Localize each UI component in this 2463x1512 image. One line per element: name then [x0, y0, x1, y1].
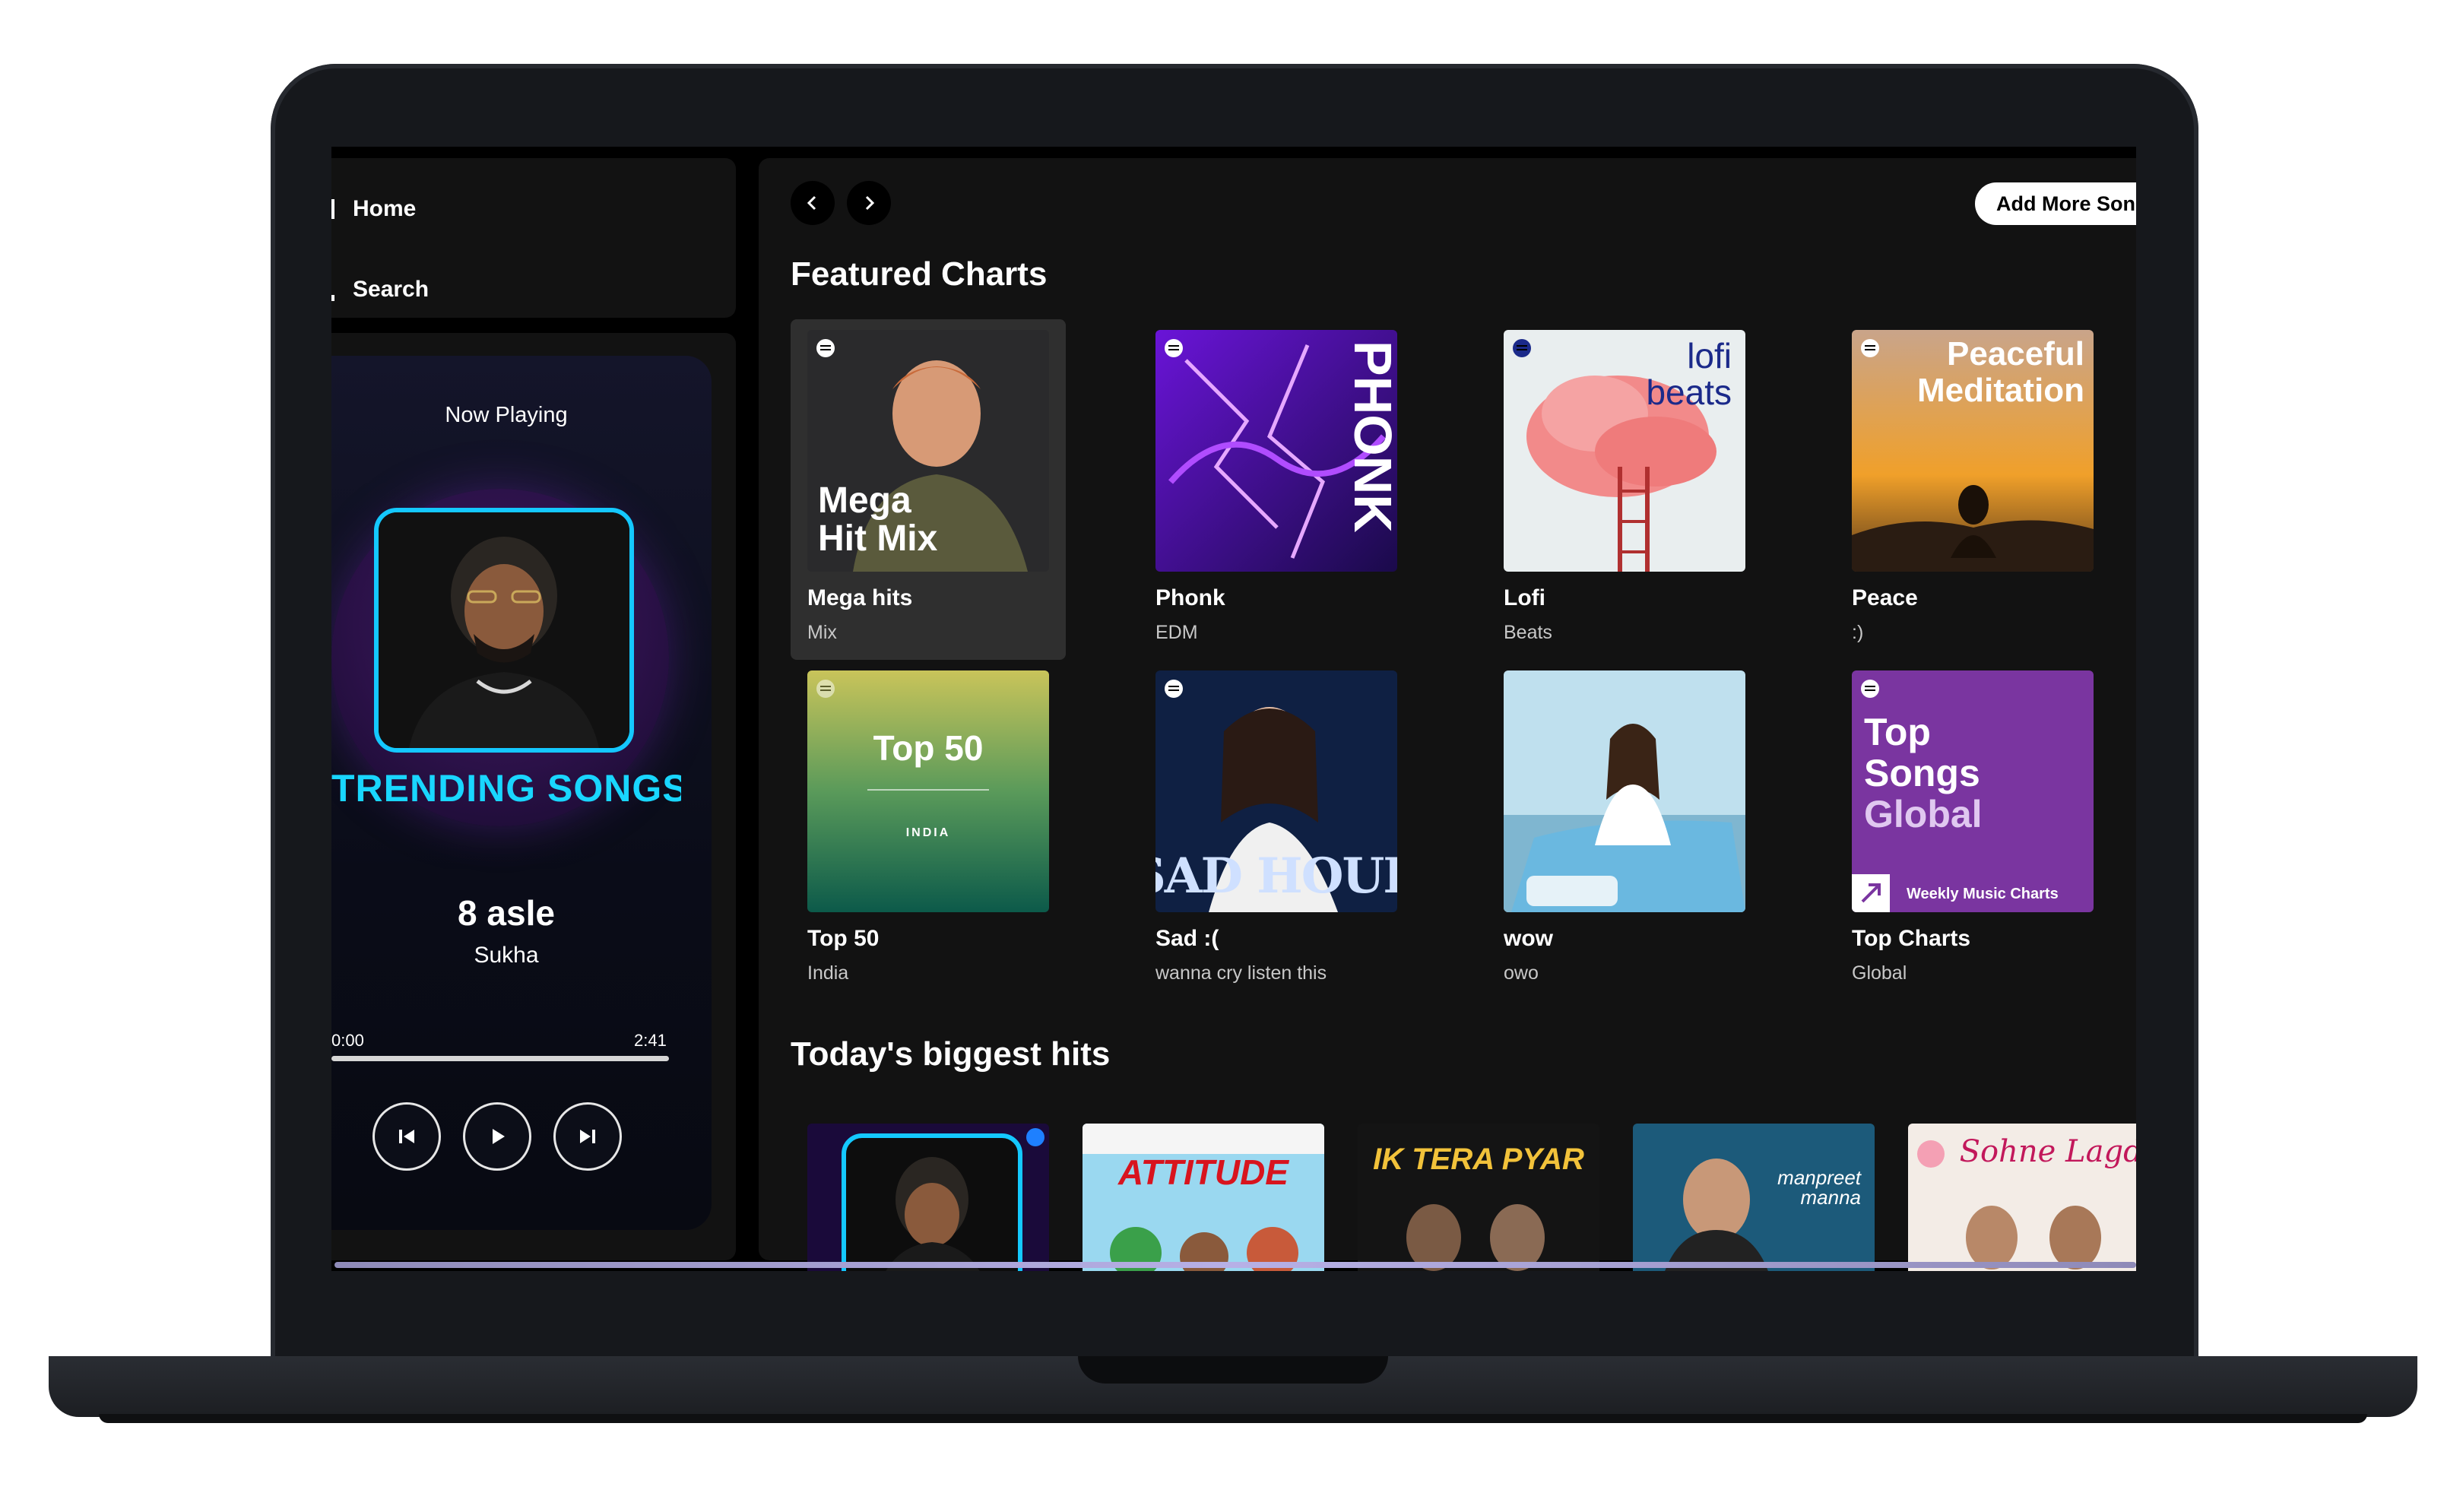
- nav-home-label: Home: [353, 196, 417, 221]
- next-button[interactable]: [553, 1102, 622, 1171]
- hit-card[interactable]: ATTITUDE: [1083, 1124, 1324, 1271]
- card-art: SAD HOUR: [1155, 670, 1397, 912]
- spotify-icon: [1165, 339, 1183, 357]
- card-art: Mega Hit Mix: [807, 330, 1049, 572]
- nav-search-label: Search: [353, 277, 430, 302]
- card-title: Phonk: [1155, 585, 1225, 610]
- svg-text:Top: Top: [1864, 711, 1931, 753]
- card-title: Lofi: [1504, 585, 1545, 610]
- svg-text:Weekly Music Charts: Weekly Music Charts: [1907, 886, 2059, 902]
- card-subtitle: wanna cry listen this: [1155, 962, 1327, 984]
- search-icon: [331, 295, 334, 301]
- biggest-hits-title: Today's biggest hits: [791, 1035, 1111, 1073]
- svg-text:lofi: lofi: [1687, 336, 1732, 376]
- card-subtitle: Global: [1852, 962, 1907, 984]
- svg-text:ATTITUDE: ATTITUDE: [1117, 1152, 1289, 1192]
- svg-text:Mega: Mega: [818, 480, 911, 521]
- screen-bottom-bar: [334, 1262, 2136, 1268]
- svg-text:Peaceful: Peaceful: [1947, 335, 2084, 372]
- chart-card-mega-hits[interactable]: Mega Hit Mix Mega hits Mix: [791, 319, 1066, 660]
- card-subtitle: Mix: [807, 622, 837, 643]
- card-subtitle: :): [1852, 622, 1864, 643]
- svg-text:SAD HOUR: SAD HOUR: [1155, 848, 1397, 905]
- card-art: [1504, 670, 1745, 912]
- spotify-icon: [816, 680, 835, 698]
- svg-text:Hit Mix: Hit Mix: [818, 518, 938, 559]
- chart-card-wow[interactable]: wow owo: [1487, 660, 1762, 1000]
- skip-previous-icon: [399, 1130, 414, 1143]
- song-artist: Sukha: [474, 943, 539, 968]
- back-button[interactable]: [791, 181, 835, 225]
- hit-card[interactable]: [807, 1124, 1049, 1271]
- spotify-icon: [1513, 339, 1531, 357]
- chart-card-phonk[interactable]: PHONK Phonk EDM: [1139, 319, 1414, 660]
- card-art: Peaceful Meditation: [1852, 330, 2094, 572]
- spotify-icon: [1861, 339, 1879, 357]
- chart-card-sad[interactable]: SAD HOUR Sad :( wanna cry listen this: [1139, 660, 1414, 1000]
- spotify-icon: [816, 339, 835, 357]
- hit-card[interactable]: IK TERA PYAR: [1358, 1124, 1599, 1271]
- svg-text:IK TERA PYAR: IK TERA PYAR: [1373, 1143, 1584, 1176]
- song-title: 8 asle: [458, 893, 555, 933]
- hit-card[interactable]: manpreet manna: [1633, 1124, 1875, 1271]
- chevron-right-icon: [865, 195, 875, 211]
- time-total: 2:41: [634, 1031, 667, 1050]
- card-art: PHONK: [1155, 330, 1397, 572]
- svg-text:Global: Global: [1864, 793, 1983, 835]
- card-title: Peace: [1852, 585, 1918, 610]
- laptop-notch: [1078, 1356, 1388, 1384]
- svg-text:Top 50: Top 50: [873, 728, 984, 768]
- add-more-songs-button[interactable]: Add More Songs: [1975, 182, 2136, 225]
- laptop-base-foot: [99, 1414, 2367, 1423]
- spotify-icon: [1861, 680, 1879, 698]
- card-title: Sad :(: [1155, 926, 1219, 951]
- now-playing-card: Now Playing TRENDING SONGS 8 asle Sukha …: [331, 356, 712, 1230]
- svg-text:beats: beats: [1646, 372, 1732, 412]
- nav-search[interactable]: Search: [331, 277, 430, 303]
- card-art: Top Songs Global Weekly Music Charts: [1852, 670, 2094, 912]
- card-title: Top 50: [807, 926, 880, 951]
- card-subtitle: owo: [1504, 962, 1539, 984]
- card-subtitle: Beats: [1504, 622, 1552, 643]
- trending-banner: TRENDING SONGS: [331, 767, 681, 810]
- chart-card-lofi[interactable]: lofi beats Lofi Beats: [1487, 319, 1762, 660]
- nav-panel: Home Search: [331, 158, 736, 318]
- skip-next-icon: [580, 1130, 595, 1143]
- card-art: Top 50 INDIA: [807, 670, 1049, 912]
- now-playing-label: Now Playing: [445, 403, 568, 427]
- nav-home[interactable]: Home: [331, 196, 417, 222]
- card-subtitle: India: [807, 962, 849, 984]
- chart-card-peace[interactable]: Peaceful Meditation Peace :): [1835, 319, 2110, 660]
- home-icon: [331, 199, 334, 219]
- library-panel: Now Playing TRENDING SONGS 8 asle Sukha …: [331, 333, 736, 1260]
- featured-charts-title: Featured Charts: [791, 255, 1048, 293]
- main-panel: Add More Songs Featured Charts Mega Hit …: [759, 158, 2136, 1271]
- progress-bar[interactable]: [331, 1056, 669, 1061]
- card-title: Top Charts: [1852, 926, 1971, 951]
- svg-text:PHONK: PHONK: [1343, 341, 1397, 533]
- svg-text:Songs: Songs: [1864, 752, 1980, 794]
- spotify-icon: [1165, 680, 1183, 698]
- hit-card[interactable]: Sohne Lagde: [1908, 1124, 2136, 1271]
- chart-card-top-charts[interactable]: Top Songs Global Weekly Music Charts Top…: [1835, 660, 2110, 1000]
- chevron-left-icon: [807, 195, 816, 211]
- card-art: lofi beats: [1504, 330, 1745, 572]
- time-elapsed: 0:00: [331, 1031, 364, 1050]
- previous-button[interactable]: [372, 1102, 441, 1171]
- card-title: wow: [1504, 926, 1553, 951]
- app-screen: Home Search Now Playing TRENDING SONGS 8…: [331, 147, 2136, 1271]
- svg-text:Sohne Lagde: Sohne Lagde: [1960, 1134, 2136, 1169]
- svg-text:Meditation: Meditation: [1917, 372, 2084, 409]
- card-subtitle: EDM: [1155, 622, 1198, 643]
- play-icon: [493, 1129, 505, 1144]
- svg-text:manna: manna: [1801, 1186, 1862, 1209]
- card-title: Mega hits: [807, 585, 913, 610]
- play-button[interactable]: [463, 1102, 531, 1171]
- svg-text:INDIA: INDIA: [906, 826, 951, 839]
- forward-button[interactable]: [847, 181, 891, 225]
- chart-card-top50[interactable]: Top 50 INDIA Top 50 India: [791, 660, 1066, 1000]
- now-playing-cover: [374, 508, 634, 753]
